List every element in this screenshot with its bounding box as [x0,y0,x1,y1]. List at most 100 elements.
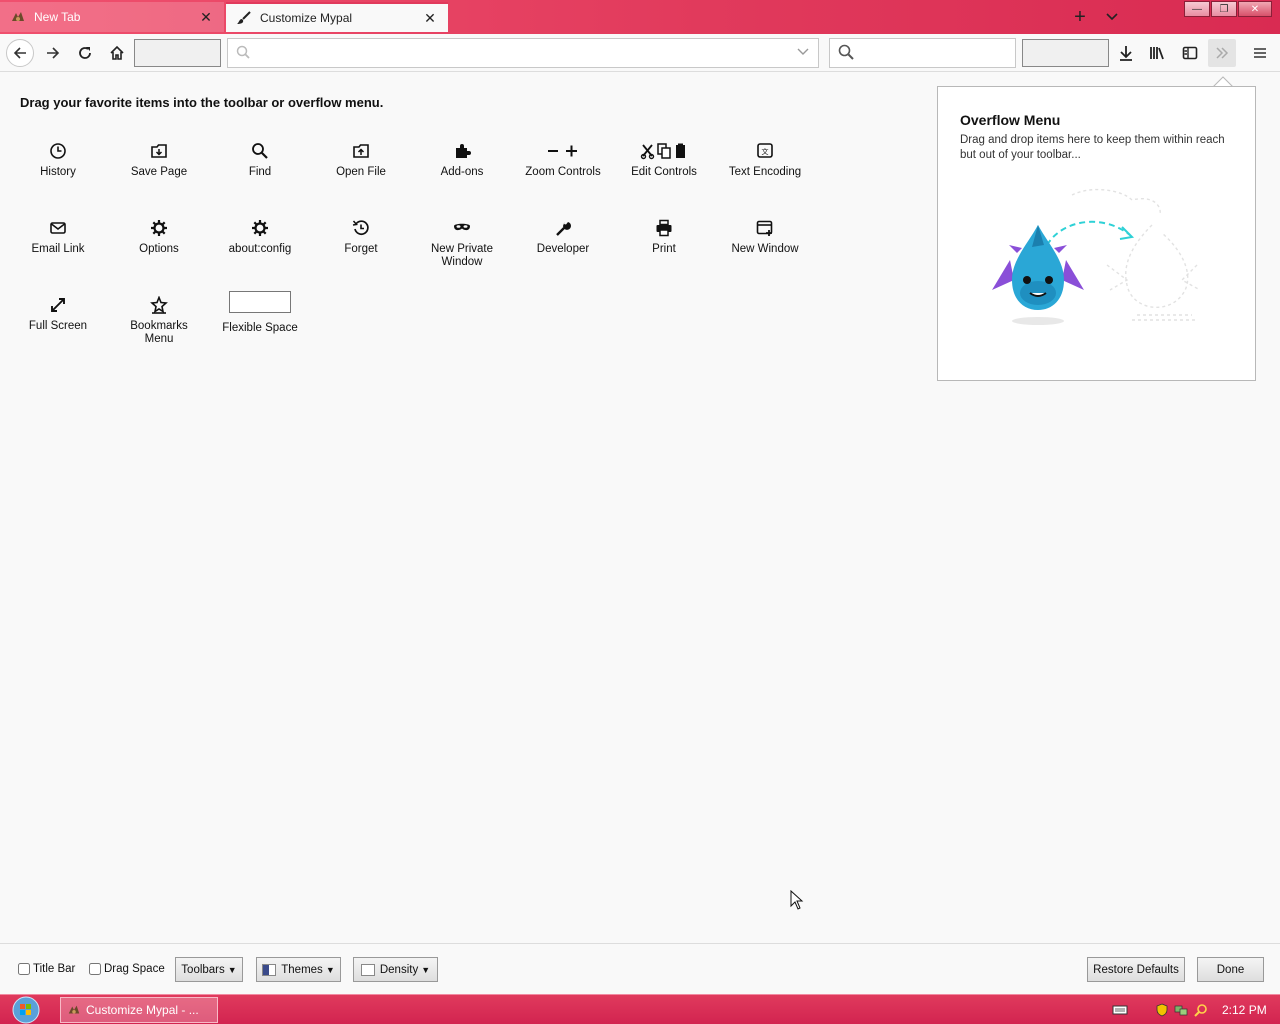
drag-space-label: Drag Space [104,963,165,975]
window-close-button[interactable]: ✕ [1238,1,1272,17]
palette-item-options[interactable]: Options [111,218,207,256]
palette-item-open-file[interactable]: Open File [313,141,409,179]
palette-item-full-screen[interactable]: Full Screen [10,295,106,333]
palette-item-forget[interactable]: Forget [313,218,409,256]
system-tray [1112,995,1208,1024]
forward-button[interactable] [39,39,67,67]
palette-item-edit-controls[interactable]: Edit Controls [616,141,712,179]
drag-space-checkbox[interactable]: Drag Space [89,963,165,975]
bookmark-star-icon [149,295,169,315]
overflow-panel-title: Overflow Menu [960,112,1061,128]
overflow-menu-panel[interactable]: Overflow Menu Drag and drop items here t… [937,86,1256,381]
palette-item-label: Developer [536,243,590,255]
palette-item-bookmarks-menu[interactable]: Bookmarks Menu [111,295,207,346]
library-button[interactable] [1144,39,1172,67]
close-tab-icon[interactable]: ✕ [198,9,214,25]
palette-item-label: Open File [336,166,386,178]
palette-item-print[interactable]: Print [616,218,712,256]
palette-item-find[interactable]: Find [212,141,308,179]
chevron-down-icon: ▼ [325,964,335,975]
palette-item-label: Text Encoding [728,166,802,178]
dragon-illustration [992,188,1201,325]
window-minimize-button[interactable]: — [1184,1,1210,17]
system-clock[interactable]: 2:12 PM [1222,1003,1267,1017]
palette-item-about-config[interactable]: about:config [212,218,308,256]
toolbars-dropdown-button[interactable]: Toolbars ▼ [175,957,243,982]
chevron-down-icon[interactable] [1100,5,1124,29]
tab-strip: New Tab ✕ Customize Mypal ✕ + — ❐ ✕ [0,0,1280,34]
sidebar-button[interactable] [1176,39,1204,67]
density-dropdown-button[interactable]: Density ▼ [353,957,438,982]
tab-customize-mypal[interactable]: Customize Mypal ✕ [226,2,448,32]
clock-icon [48,141,68,161]
palette-item-zoom-controls[interactable]: Zoom Controls [515,141,611,179]
hamburger-icon [1254,48,1266,58]
printer-icon [654,218,674,238]
taskbar-item-label: Customize Mypal - ... [86,1003,199,1017]
title-bar-checkbox-input[interactable] [18,963,30,975]
palette-item-label: Forget [344,243,378,255]
overflow-menu-button[interactable] [1208,39,1236,67]
search-icon [838,44,854,63]
wrench-icon [553,218,573,238]
downloads-button[interactable] [1112,39,1140,67]
os-taskbar: Customize Mypal - ... 2:12 PM [0,994,1280,1024]
palette-item-developer[interactable]: Developer [515,218,611,256]
palette-item-flexible-space[interactable]: Flexible Space [212,291,308,335]
palette-item-new-window[interactable]: New Window [717,218,813,256]
search-bar[interactable] [829,38,1036,68]
new-tab-button[interactable]: + [1068,5,1092,29]
overflow-panel-description: Drag and drop items here to keep them wi… [960,134,1225,161]
reload-button[interactable] [71,39,99,67]
search-icon[interactable] [1194,1003,1208,1017]
done-button[interactable]: Done [1197,957,1264,982]
zoom-controls-icon [546,141,580,161]
window-maximize-button[interactable]: ❐ [1211,1,1237,17]
restore-defaults-button[interactable]: Restore Defaults [1087,957,1185,982]
palette-item-new-private-window[interactable]: New Private Window [414,218,510,269]
themes-dropdown-button[interactable]: Themes ▼ [256,957,341,982]
keyboard-icon[interactable] [1112,1004,1128,1016]
main-menu-button[interactable] [1246,39,1274,67]
palette-item-history[interactable]: History [10,141,106,179]
palette-item-label: Email Link [31,243,85,255]
close-tab-icon[interactable]: ✕ [422,10,438,26]
tab-label: New Tab [34,10,81,24]
back-button[interactable] [6,39,34,67]
svg-text:文: 文 [762,147,769,156]
home-button[interactable] [103,39,131,67]
paintbrush-icon [236,10,252,26]
windows-orb-icon [12,996,40,1024]
chevron-down-icon[interactable] [796,46,810,60]
edit-controls-icon [640,141,688,161]
network-icon[interactable] [1174,1003,1188,1017]
palette-item-add-ons[interactable]: Add-ons [414,141,510,179]
download-icon [1120,46,1132,61]
open-file-icon [351,141,371,161]
tab-new-tab[interactable]: New Tab ✕ [0,2,224,32]
palette-item-text-encoding[interactable]: 文 Text Encoding [717,141,813,179]
toolbar-spacer-placeholder[interactable] [134,39,221,67]
search-input[interactable] [860,45,1036,61]
palette-item-label: Add-ons [440,166,484,178]
gear-icon [149,218,169,238]
palette-item-email-link[interactable]: Email Link [10,218,106,256]
url-bar[interactable] [227,38,819,68]
title-bar-checkbox[interactable]: Title Bar [18,963,75,975]
mouse-cursor-icon [790,890,804,910]
palette-item-label: about:config [228,243,292,255]
tab-label: Customize Mypal [260,11,353,25]
dragon-favicon-icon [10,9,26,25]
shield-icon[interactable] [1156,1003,1168,1017]
url-input[interactable] [256,45,796,61]
taskbar-item-mypal[interactable]: Customize Mypal - ... [60,997,218,1023]
text-encoding-icon: 文 [755,141,775,161]
start-button[interactable] [6,996,46,1024]
palette-item-label: Flexible Space [222,322,298,334]
toolbar-spacer-placeholder[interactable] [1022,39,1109,67]
blue-dragon-mascot [992,225,1084,325]
palette-item-label: Edit Controls [631,166,697,178]
drag-space-checkbox-input[interactable] [89,963,101,975]
palette-item-save-page[interactable]: Save Page [111,141,207,179]
palette-item-label: Bookmarks Menu [130,320,188,345]
